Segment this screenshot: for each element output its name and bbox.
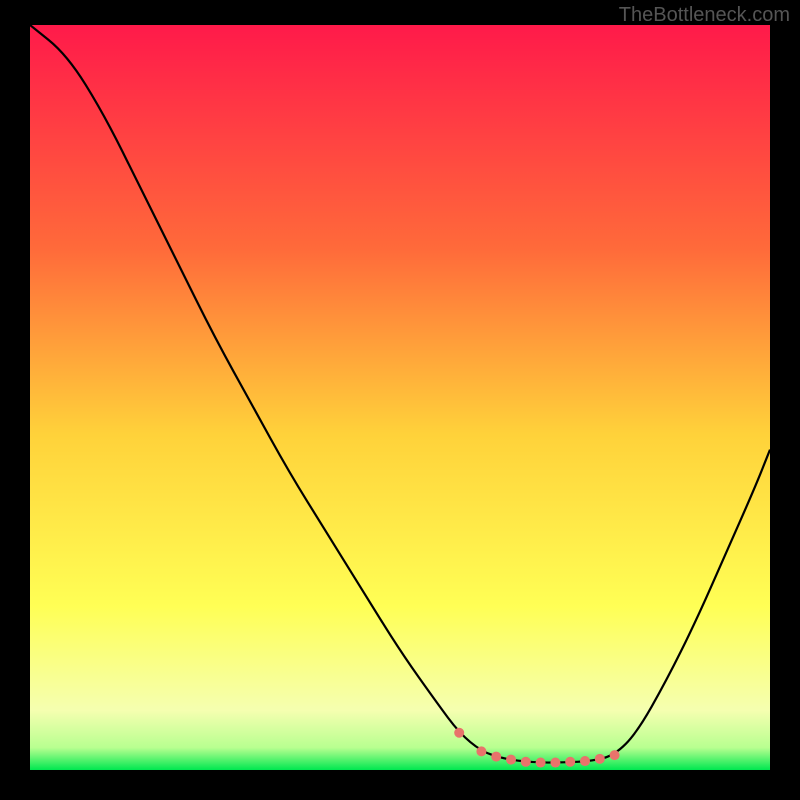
- marker-point: [521, 757, 531, 767]
- marker-point: [565, 757, 575, 767]
- chart-background-gradient: [30, 25, 770, 770]
- marker-point: [506, 755, 516, 765]
- marker-point: [536, 758, 546, 768]
- marker-point: [580, 756, 590, 766]
- marker-point: [491, 752, 501, 762]
- bottleneck-chart: [30, 25, 770, 770]
- marker-point: [610, 750, 620, 760]
- marker-point: [595, 754, 605, 764]
- marker-point: [454, 728, 464, 738]
- watermark-text: TheBottleneck.com: [619, 4, 790, 27]
- chart-area: [30, 25, 770, 770]
- marker-point: [476, 746, 486, 756]
- marker-point: [550, 758, 560, 768]
